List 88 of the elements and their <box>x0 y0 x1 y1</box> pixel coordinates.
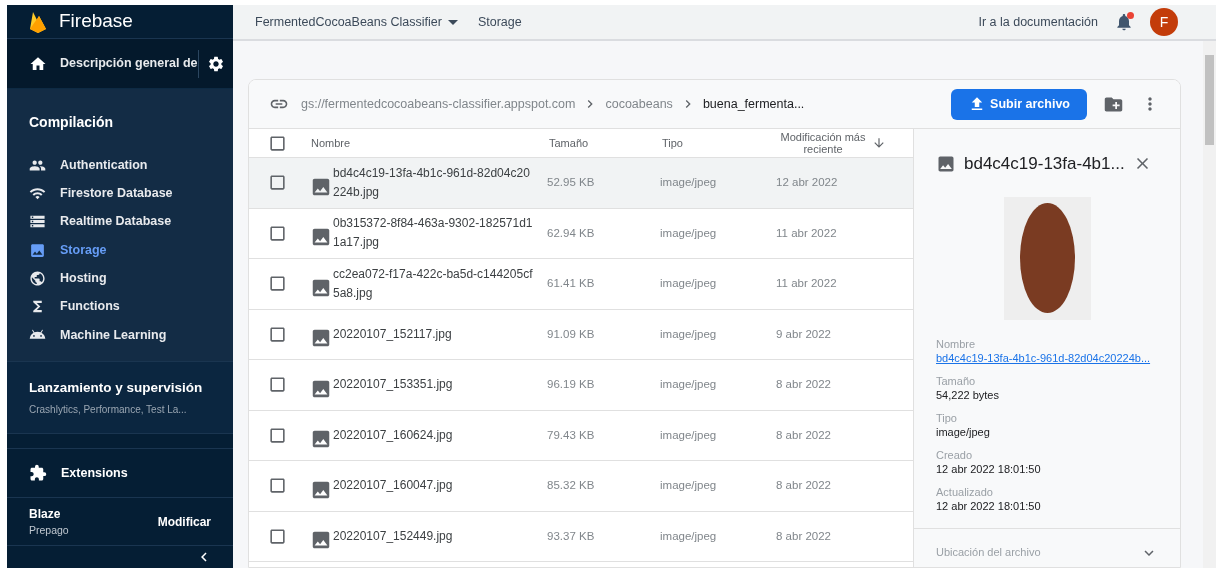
field-label: Actualizado <box>936 485 994 499</box>
file-name[interactable]: 20220107_160624.jpg <box>333 425 547 445</box>
field-label: Creado <box>936 448 974 462</box>
file-date: 9 abr 2022 <box>776 326 831 342</box>
nav-item[interactable]: Machine Learning <box>7 320 233 350</box>
column-header[interactable]: Tamaño <box>549 134 662 152</box>
bell-icon[interactable] <box>1114 12 1134 32</box>
breadcrumb-item[interactable]: buena_fermenta... <box>702 94 805 114</box>
file-date: 11 abr 2022 <box>776 276 837 292</box>
file-name[interactable]: cc2ea072-f17a-422c-ba5d-c144205cf5a8.jpg <box>333 264 547 303</box>
nav-item[interactable]: Hosting <box>7 264 233 293</box>
file-name[interactable]: 20220107_152449.jpg <box>333 526 547 546</box>
section-title: Compilación <box>28 113 114 132</box>
sort-arrow-icon[interactable] <box>872 136 886 150</box>
file-type: image/jpeg <box>660 478 718 494</box>
file-name[interactable]: bd4c4c19-13fa-4b1c-961d-82d04c20224b.jpg <box>333 163 547 202</box>
file-size: 93.37 KB <box>547 528 596 544</box>
nav-item[interactable]: Storage <box>7 235 233 265</box>
file-date: 8 abr 2022 <box>776 478 831 494</box>
file-size: 62.94 KB <box>547 225 596 241</box>
file-type: image/jpeg <box>660 276 718 292</box>
file-date: 8 abr 2022 <box>776 528 831 544</box>
plan-type: Prepago <box>29 522 69 538</box>
project-selector[interactable]: FermentedCocoaBeans Classifier <box>255 12 442 32</box>
file-row[interactable]: bd4c4c19-13fa-4b1c-961d-82d04c20224b.jpg 52.95 KB image/jpeg 12 abr 2022 <box>249 158 913 209</box>
file-type: image/jpeg <box>660 377 718 393</box>
nav-item[interactable]: Realtime Database <box>7 207 233 236</box>
row-checkbox[interactable] <box>268 324 287 344</box>
field-value: image/jpeg <box>936 424 991 440</box>
file-size: 96.19 KB <box>547 377 596 393</box>
row-checkbox[interactable] <box>268 173 287 193</box>
file-name[interactable]: 20220107_160047.jpg <box>333 476 547 496</box>
field-value: 12 abr 2022 18:01:50 <box>936 461 1042 477</box>
scrollbar[interactable] <box>1203 41 1216 568</box>
file-name[interactable]: 0b315372-8f84-463a-9302-182571d11a17.jpg <box>333 214 547 253</box>
file-type: image/jpeg <box>660 225 718 241</box>
row-checkbox[interactable] <box>268 223 287 243</box>
breadcrumb-item[interactable]: gs://fermentedcocoabeans-classifier.appspot.com <box>301 94 576 114</box>
select-all-checkbox[interactable] <box>268 133 287 153</box>
file-type: image/jpeg <box>660 427 718 443</box>
field-value: 54,222 bytes <box>936 387 1000 403</box>
file-size: 85.32 KB <box>547 478 596 494</box>
column-header[interactable]: Modificación más reciente <box>778 131 868 155</box>
file-size: 52.95 KB <box>547 175 596 191</box>
file-date: 8 abr 2022 <box>776 377 831 393</box>
row-checkbox[interactable] <box>268 526 287 546</box>
row-checkbox[interactable] <box>268 476 287 496</box>
row-checkbox[interactable] <box>268 375 287 395</box>
upload-button[interactable]: Subir archivo <box>951 88 1087 120</box>
field-label: Tamaño <box>936 374 977 388</box>
file-type: image/jpeg <box>660 528 718 544</box>
section-title[interactable]: Lanzamiento y supervisión <box>29 378 211 399</box>
puzzle-icon <box>29 464 47 483</box>
file-date: 11 abr 2022 <box>776 225 837 241</box>
image-icon <box>29 241 46 259</box>
column-header[interactable]: Tipo <box>662 134 778 152</box>
file-type: image/jpeg <box>660 326 718 342</box>
nav-item[interactable]: Functions <box>7 292 233 321</box>
field-value: 12 abr 2022 18:01:50 <box>936 498 1042 514</box>
nav-item[interactable]: Authentication <box>7 151 233 180</box>
file-type: image/jpeg <box>660 175 718 191</box>
settings-icon[interactable] <box>206 54 225 73</box>
row-checkbox[interactable] <box>268 425 287 445</box>
page-title: Storage <box>477 13 522 31</box>
brand-name: Firebase <box>59 9 133 34</box>
file-name[interactable]: 20220107_153351.jpg <box>333 375 547 395</box>
details-title: bd4c4c19-13fa-4b1... <box>964 153 1125 175</box>
nav-item[interactable]: Firestore Database <box>7 179 233 208</box>
file-name[interactable]: 20220107_152117.jpg <box>333 324 547 344</box>
file-name-link[interactable]: bd4c4c19-13fa-4b1c-961d-82d04c20224b... <box>936 350 1158 366</box>
caret-icon[interactable] <box>447 19 458 25</box>
modify-button[interactable]: Modificar <box>157 512 211 531</box>
plan-name: Blaze <box>29 505 62 523</box>
globe-icon <box>29 269 46 287</box>
extensions-link[interactable]: Extensions <box>61 463 128 483</box>
row-checkbox[interactable] <box>268 274 287 294</box>
file-size: 61.41 KB <box>547 276 596 292</box>
docs-link[interactable]: Ir a la documentación <box>978 12 1098 32</box>
file-date: 12 abr 2022 <box>776 175 838 191</box>
field-label: Tipo <box>936 411 958 425</box>
field-label: Nombre <box>936 337 977 351</box>
file-size: 79.43 KB <box>547 427 596 443</box>
column-header[interactable]: Nombre <box>311 134 549 152</box>
section-subtitle: Crashlytics, Performance, Test La... <box>29 403 188 418</box>
file-date: 8 abr 2022 <box>776 427 831 443</box>
file-size: 91.09 KB <box>547 326 596 342</box>
avatar[interactable]: F <box>1150 8 1178 36</box>
breadcrumb-item[interactable]: cocoabeans <box>605 94 673 114</box>
